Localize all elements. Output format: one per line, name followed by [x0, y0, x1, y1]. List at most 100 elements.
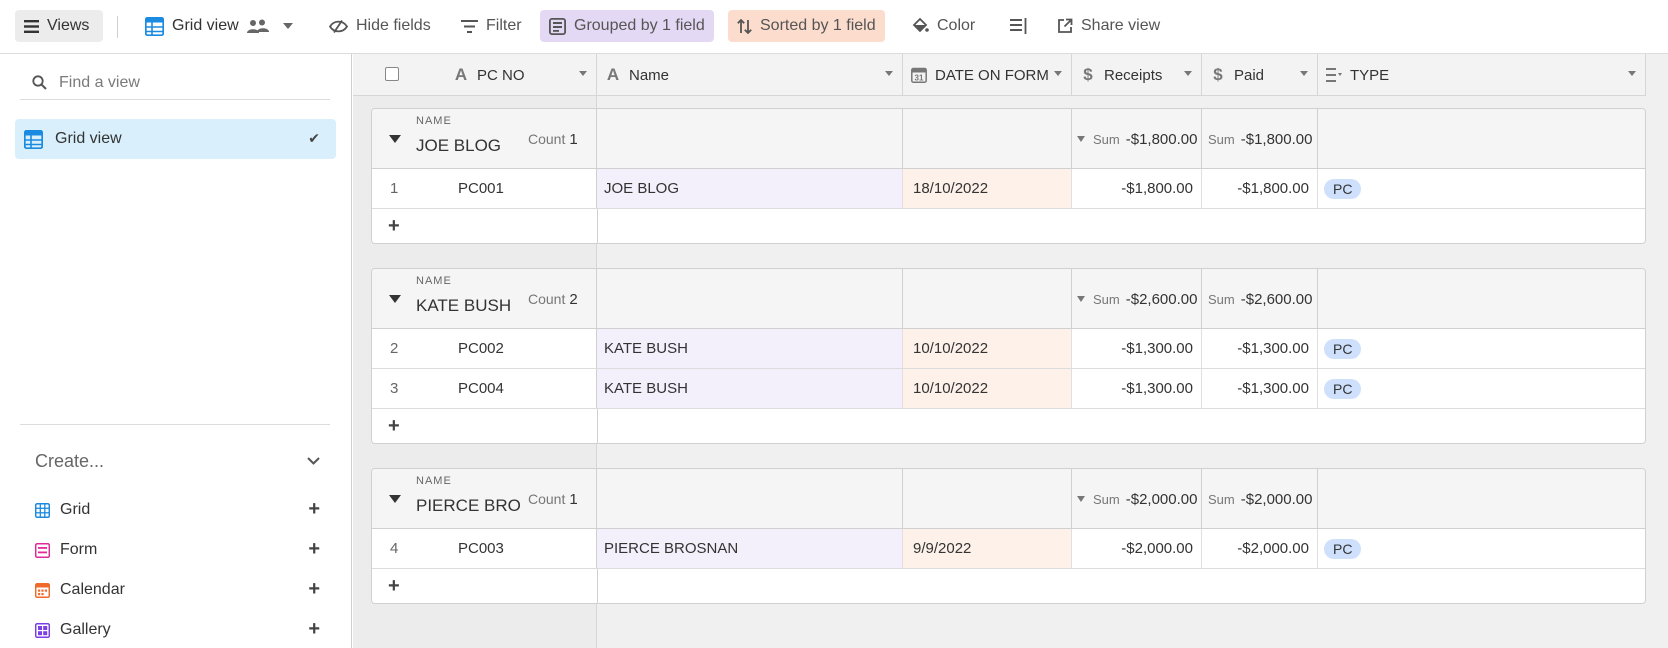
cell-receipts[interactable]: -$1,300.00 — [1072, 369, 1202, 408]
cell-name[interactable]: JOE BLOG — [597, 169, 903, 208]
plus-icon: + — [308, 618, 320, 640]
cell-date-on-form[interactable]: 10/10/2022 — [903, 329, 1072, 368]
views-button[interactable]: Views — [15, 10, 103, 42]
column-header-label: PC NO — [477, 66, 525, 84]
cell-type[interactable]: PC — [1318, 329, 1645, 368]
table-row[interactable]: 2 PC002 KATE BUSH 10/10/2022 -$1,300.00 … — [372, 329, 1645, 369]
cell-type[interactable]: PC — [1318, 529, 1645, 568]
chevron-down-icon[interactable] — [579, 71, 587, 76]
cell-date-on-form[interactable]: 10/10/2022 — [903, 369, 1072, 408]
create-calendar-label: Calendar — [60, 581, 125, 598]
column-divider — [597, 209, 598, 243]
group-button[interactable]: Grouped by 1 field — [540, 10, 714, 42]
paint-bucket-icon — [912, 18, 929, 33]
text-field-icon: A — [454, 65, 468, 84]
type-badge: PC — [1324, 338, 1362, 359]
add-record-row[interactable]: + — [372, 409, 1645, 443]
collapse-group-icon[interactable] — [389, 135, 401, 143]
create-gallery-view-button[interactable]: Gallery + — [35, 616, 320, 644]
create-grid-label: Grid — [60, 501, 91, 518]
filter-button[interactable]: Filter — [452, 10, 531, 42]
sidebar-item-grid-view[interactable]: Grid view ✔ — [15, 119, 336, 159]
column-header-paid[interactable]: $ Paid — [1202, 54, 1318, 96]
chevron-down-icon[interactable] — [1300, 71, 1308, 76]
cell-type[interactable]: PC — [1318, 169, 1645, 208]
group-header: NAME KATE BUSH Count 2 Sum -$2,600.00 Sum -… — [372, 269, 1645, 329]
column-header-receipts[interactable]: $ Receipts — [1072, 54, 1202, 96]
chevron-down-icon[interactable] — [1628, 71, 1636, 76]
column-header-date-on-form[interactable]: 31 DATE ON FORM — [903, 54, 1072, 96]
cell-paid[interactable]: -$2,000.00 — [1202, 529, 1318, 568]
collapse-group-icon[interactable] — [389, 295, 401, 303]
cell-receipts[interactable]: -$1,800.00 — [1072, 169, 1202, 208]
group-name: KATE BUSH — [416, 296, 512, 315]
create-grid-view-button[interactable]: Grid + — [35, 496, 320, 524]
cell-type[interactable]: PC — [1318, 369, 1645, 408]
group-header-cell — [903, 469, 1072, 529]
summary-dropdown-icon[interactable] — [1077, 136, 1085, 142]
chevron-down-icon[interactable] — [1184, 71, 1192, 76]
row-height-button[interactable] — [1001, 10, 1037, 42]
chevron-down-icon[interactable] — [1054, 71, 1062, 76]
column-divider — [597, 569, 598, 603]
group-header-cell — [903, 269, 1072, 329]
date-field-icon: 31 — [911, 67, 927, 83]
add-record-row[interactable]: + — [372, 569, 1645, 603]
cell-date-on-form[interactable]: 9/9/2022 — [903, 529, 1072, 568]
cell-date-on-form[interactable]: 18/10/2022 — [903, 169, 1072, 208]
filter-label: Filter — [486, 17, 522, 34]
grid-icon — [35, 502, 50, 518]
collapse-group-icon[interactable] — [389, 495, 401, 503]
cell-pc-no[interactable]: PC001 — [372, 169, 597, 208]
cell-name[interactable]: KATE BUSH — [597, 369, 903, 408]
table-row[interactable]: 1 PC001 JOE BLOG 18/10/2022 -$1,800.00 -… — [372, 169, 1645, 209]
current-view-button[interactable]: Grid view — [136, 10, 302, 42]
views-sidebar: Grid view ✔ Create... Grid + Form + — [0, 54, 352, 648]
create-view-section-toggle[interactable]: Create... — [35, 446, 320, 476]
select-all-checkbox[interactable] — [385, 67, 399, 81]
column-header-name[interactable]: A Name — [597, 54, 903, 96]
currency-field-icon: $ — [1083, 65, 1093, 84]
column-header-pc-no[interactable]: A PC NO — [353, 54, 597, 96]
select-field-icon — [1326, 68, 1342, 82]
hide-fields-button[interactable]: Hide fields — [320, 10, 440, 42]
cell-paid[interactable]: -$1,300.00 — [1202, 329, 1318, 368]
group-header-label-area: NAME JOE BLOG Count 1 — [372, 109, 597, 169]
column-header-label: DATE ON FORM — [935, 66, 1049, 84]
summary-dropdown-icon[interactable] — [1077, 296, 1085, 302]
column-header-type[interactable]: TYPE — [1318, 54, 1646, 96]
cell-name[interactable]: PIERCE BROSNAN — [597, 529, 903, 568]
cell-receipts[interactable]: -$1,300.00 — [1072, 329, 1202, 368]
chevron-down-icon — [282, 23, 293, 29]
plus-icon: + — [308, 538, 320, 560]
group-header-cell — [597, 469, 903, 529]
add-record-row[interactable]: + — [372, 209, 1645, 243]
cell-paid[interactable]: -$1,800.00 — [1202, 169, 1318, 208]
summary-dropdown-icon[interactable] — [1077, 496, 1085, 502]
sidebar-item-label: Grid view — [55, 130, 122, 147]
find-view-input[interactable] — [59, 73, 309, 92]
create-form-view-button[interactable]: Form + — [35, 536, 320, 564]
cell-pc-no[interactable]: PC002 — [372, 329, 597, 368]
cell-pc-no[interactable]: PC003 — [372, 529, 597, 568]
cell-pc-no[interactable]: PC004 — [372, 369, 597, 408]
group-label: Grouped by 1 field — [574, 17, 705, 34]
grid-icon — [145, 16, 164, 36]
cell-name[interactable]: KATE BUSH — [597, 329, 903, 368]
table-row[interactable]: 4 PC003 PIERCE BROSNAN 9/9/2022 -$2,000.… — [372, 529, 1645, 569]
sort-button[interactable]: Sorted by 1 field — [728, 10, 885, 42]
grid-icon — [24, 129, 43, 149]
text-field-icon: A — [606, 65, 620, 84]
cell-paid[interactable]: -$1,300.00 — [1202, 369, 1318, 408]
type-badge: PC — [1324, 178, 1362, 199]
share-view-button[interactable]: Share view — [1048, 10, 1169, 42]
cell-receipts[interactable]: -$2,000.00 — [1072, 529, 1202, 568]
table-row[interactable]: 3 PC004 KATE BUSH 10/10/2022 -$1,300.00 … — [372, 369, 1645, 409]
group-sum-receipts: Sum -$2,600.00 — [1072, 269, 1202, 329]
create-calendar-view-button[interactable]: Calendar + — [35, 576, 320, 604]
plus-icon: + — [388, 415, 400, 437]
group-icon — [549, 17, 566, 35]
color-button[interactable]: Color — [903, 10, 984, 42]
chevron-down-icon[interactable] — [885, 71, 893, 76]
filter-icon — [461, 19, 478, 33]
